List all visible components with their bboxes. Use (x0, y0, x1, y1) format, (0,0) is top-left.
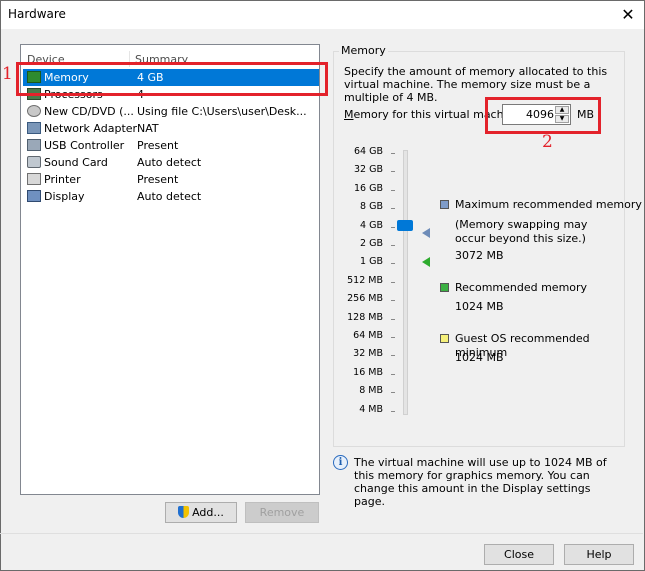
slider-tick-label: 16 MB (353, 366, 383, 378)
max-recommended-marker-icon (422, 228, 430, 238)
add-button[interactable]: Add... (165, 502, 237, 523)
slider-tick-label: 128 MB (347, 311, 383, 323)
slider-tick (391, 263, 395, 265)
annotation-number-2: 2 (542, 132, 553, 152)
display-icon (27, 190, 41, 202)
slider-tick (391, 245, 395, 246)
device-summary: Present (137, 139, 179, 152)
device-row-usb-controller[interactable]: USB Controller Present (23, 137, 319, 154)
slider-tick (391, 318, 395, 320)
close-button[interactable]: Close (484, 544, 554, 565)
memory-slider-thumb[interactable] (397, 220, 413, 231)
device-summary: NAT (137, 122, 159, 135)
device-row-network-adapter[interactable]: Network Adapter NAT (23, 120, 319, 137)
slider-tick (391, 281, 395, 283)
slider-tick-label: 32 MB (353, 348, 383, 360)
slider-tick-label: 256 MB (347, 293, 383, 305)
remove-button[interactable]: Remove (245, 502, 319, 523)
memory-group-label: Memory (339, 44, 388, 57)
guest-minimum-swatch (440, 334, 449, 343)
max-recommended-swatch (440, 200, 449, 209)
slider-tick (391, 171, 395, 173)
close-window-icon[interactable]: ✕ (620, 5, 636, 24)
device-name: Display (44, 190, 85, 203)
recommended-value: 1024 MB (455, 300, 504, 313)
slider-tick (391, 373, 395, 375)
slider-tick (391, 392, 395, 394)
slider-tick-label: 4 GB (360, 219, 383, 231)
annotation-number-1: 1 (2, 64, 13, 84)
slider-tick (391, 410, 395, 412)
sound-card-icon (27, 156, 41, 168)
shield-icon (178, 506, 190, 518)
annotation-box-2 (485, 97, 601, 134)
slider-tick (391, 300, 395, 302)
recommended-swatch (440, 283, 449, 292)
recommended-title: Recommended memory (455, 281, 588, 294)
info-icon: i (333, 455, 348, 470)
slider-tick-label: 32 GB (354, 164, 383, 176)
slider-tick-label: 8 MB (359, 385, 383, 397)
slider-tick-label: 64 MB (353, 330, 383, 341)
device-list[interactable]: Device Summary Memory 4 GB Processors 4 … (20, 44, 320, 495)
slider-tick-label: 2 GB (360, 238, 383, 249)
device-summary: Present (137, 173, 179, 186)
device-name: Network Adapter (44, 122, 138, 135)
slider-tick-label: 4 MB (359, 403, 383, 415)
recommended-marker-icon (422, 257, 430, 267)
add-button-label: Add... (192, 506, 224, 519)
device-summary: Using file C:\Users\user\Desk... (137, 105, 307, 118)
slider-tick (391, 355, 395, 357)
window-title: Hardware (8, 7, 66, 21)
device-row-printer[interactable]: Printer Present (23, 171, 319, 188)
printer-icon (27, 173, 41, 185)
device-row-sound-card[interactable]: Sound Card Auto detect (23, 154, 319, 171)
device-row-display[interactable]: Display Auto detect (23, 188, 319, 205)
slider-tick (391, 208, 395, 210)
cd-dvd-icon (27, 105, 41, 117)
slider-tick (391, 153, 395, 154)
slider-tick-label: 1 GB (360, 256, 383, 268)
network-adapter-icon (27, 122, 41, 134)
slider-tick (391, 189, 395, 191)
help-button[interactable]: Help (564, 544, 634, 565)
device-name: New CD/DVD (... (44, 105, 134, 118)
footer-divider (0, 533, 643, 534)
max-recommended-value: 3072 MB (455, 249, 504, 262)
guest-minimum-value: 1024 MB (455, 351, 504, 364)
slider-tick (391, 226, 395, 228)
device-name: Printer (44, 173, 81, 186)
device-summary: Auto detect (137, 156, 202, 169)
mnemonic-letter: M (344, 108, 354, 121)
slider-tick-label: 512 MB (347, 274, 383, 286)
usb-icon (27, 139, 41, 151)
slider-tick-label: 16 GB (354, 182, 383, 194)
slider-tick-label: 64 GB (354, 146, 383, 157)
device-name: Sound Card (44, 156, 108, 169)
device-summary: Auto detect (137, 190, 202, 203)
slider-tick-label: 8 GB (360, 201, 383, 213)
device-name: USB Controller (44, 139, 125, 152)
graphics-memory-info: The virtual machine will use up to 1024 … (354, 456, 607, 508)
max-recommended-note: (Memory swapping may occur beyond this s… (455, 218, 588, 245)
slider-tick (391, 337, 395, 338)
max-recommended-title: Maximum recommended memory (455, 198, 642, 211)
annotation-box-1 (16, 62, 328, 96)
device-row-cd-dvd[interactable]: New CD/DVD (... Using file C:\Users\user… (23, 103, 319, 120)
title-bar: Hardware ✕ (1, 1, 644, 29)
memory-slider-track[interactable] (403, 150, 408, 415)
